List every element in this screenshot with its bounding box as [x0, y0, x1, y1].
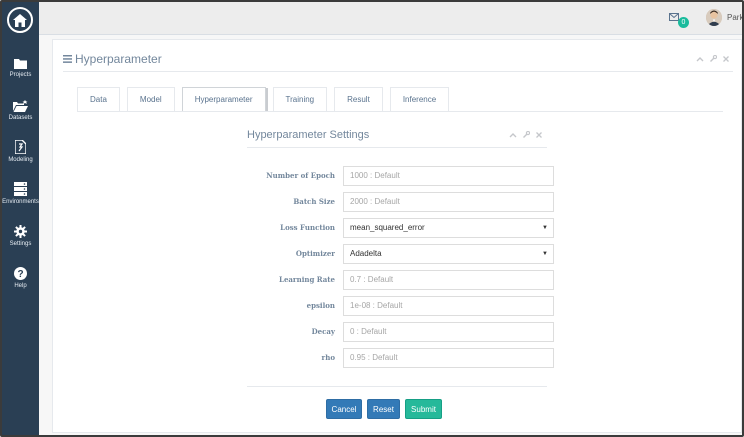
avatar[interactable]	[706, 9, 722, 26]
mail-count-badge: 0	[678, 17, 689, 28]
form-row-decay: Decay 0 : Default	[247, 322, 554, 342]
sidebar-item-label: Settings	[9, 241, 32, 247]
settings-toolbox	[509, 130, 542, 140]
reset-button[interactable]: Reset	[367, 399, 400, 419]
chevron-up-icon[interactable]	[696, 54, 704, 64]
page-title-text: Hyperparameter	[75, 52, 162, 66]
learning-rate-input[interactable]: 0.7 : Default	[343, 270, 554, 290]
menu-icon	[63, 55, 72, 63]
username[interactable]: Park	[727, 13, 742, 22]
help-icon: ?	[14, 267, 27, 280]
tab-training[interactable]: Training	[272, 87, 328, 111]
batch-size-input[interactable]: 2000 : Default	[343, 192, 554, 212]
wrench-icon[interactable]	[523, 130, 531, 140]
field-label: Learning Rate	[279, 275, 335, 284]
sidebar-item-modeling[interactable]: Modeling	[2, 140, 39, 163]
field-label: epsilon	[306, 301, 335, 310]
gear-icon	[14, 225, 27, 238]
field-label: Decay	[311, 327, 335, 336]
epsilon-input[interactable]: 1e-08 : Default	[343, 296, 554, 316]
tab-hyperparameter[interactable]: Hyperparameter	[181, 87, 268, 112]
caret-down-icon: ▼	[542, 251, 548, 257]
tab-inference[interactable]: Inference	[389, 87, 450, 111]
sidebar-item-datasets[interactable]: Datasets	[2, 100, 39, 121]
settings-title: Hyperparameter Settings	[247, 129, 370, 141]
select-value: Adadelta	[350, 249, 382, 258]
divider	[247, 147, 547, 148]
sidebar-item-projects[interactable]: Projects	[2, 58, 39, 78]
divider	[77, 111, 723, 112]
sidebar-item-label: Modeling	[8, 157, 33, 163]
loss-function-select[interactable]: mean_squared_error ▼	[343, 218, 554, 238]
main-content: Hyperparameter Data Model Hyperparameter	[39, 35, 742, 435]
form-row-optimizer: Optimizer Adadelta ▼	[247, 244, 554, 264]
form-row-batch-size: Batch Size 2000 : Default	[247, 192, 554, 212]
form-row-epsilon: epsilon 1e-08 : Default	[247, 296, 554, 316]
divider	[63, 71, 733, 72]
home-logo-icon[interactable]	[7, 7, 33, 33]
folder-icon	[14, 59, 27, 69]
form-row-learning-rate: Learning Rate 0.7 : Default	[247, 270, 554, 290]
form-row-rho: rho 0.95 : Default	[247, 348, 554, 368]
optimizer-select[interactable]: Adadelta ▼	[343, 244, 554, 264]
submit-button[interactable]: Submit	[405, 399, 442, 419]
close-icon[interactable]	[723, 54, 729, 64]
page-title: Hyperparameter	[63, 52, 162, 66]
form-row-epoch: Number of Epoch 1000 : Default	[247, 166, 554, 186]
tab-bar: Data Model Hyperparameter Training Resul…	[77, 87, 456, 112]
sidebar-item-help[interactable]: ? Help	[2, 267, 39, 289]
top-bar: 0 Park	[39, 2, 742, 35]
chevron-up-icon[interactable]	[509, 131, 517, 140]
field-label: Loss Function	[280, 223, 335, 232]
epoch-input[interactable]: 1000 : Default	[343, 166, 554, 186]
sidebar-item-label: Datasets	[8, 115, 33, 121]
field-label: rho	[321, 353, 335, 362]
caret-down-icon: ▼	[542, 225, 548, 231]
sidebar-item-label: Environments	[2, 199, 39, 205]
sidebar-item-label: Projects	[9, 72, 32, 78]
decay-input[interactable]: 0 : Default	[343, 322, 554, 342]
divider	[247, 386, 547, 387]
tab-data[interactable]: Data	[77, 87, 120, 111]
wrench-icon[interactable]	[710, 54, 718, 64]
hyperparameter-panel: Hyperparameter Data Model Hyperparameter	[52, 39, 742, 433]
sidebar-item-environments[interactable]: Environments	[2, 182, 39, 205]
rho-input[interactable]: 0.95 : Default	[343, 348, 554, 368]
server-icon	[14, 182, 27, 196]
sidebar-item-label: Help	[14, 283, 27, 289]
sidebar: Projects Datasets Modeling Environments …	[2, 2, 39, 435]
svg-text:?: ?	[17, 269, 23, 280]
panel-toolbox	[696, 54, 729, 64]
sidebar-item-settings[interactable]: Settings	[2, 225, 39, 247]
document-icon	[15, 140, 26, 154]
tab-model[interactable]: Model	[126, 87, 175, 111]
select-value: mean_squared_error	[350, 223, 425, 232]
field-label: Batch Size	[293, 197, 335, 206]
form-row-loss-function: Loss Function mean_squared_error ▼	[247, 218, 554, 238]
close-icon[interactable]	[536, 131, 542, 140]
folder-open-icon	[13, 100, 28, 112]
cancel-button[interactable]: Cancel	[326, 399, 362, 419]
field-label: Optimizer	[295, 249, 335, 258]
field-label: Number of Epoch	[266, 171, 335, 180]
app-window: Projects Datasets Modeling Environments …	[0, 0, 744, 437]
tab-result[interactable]: Result	[334, 87, 383, 111]
